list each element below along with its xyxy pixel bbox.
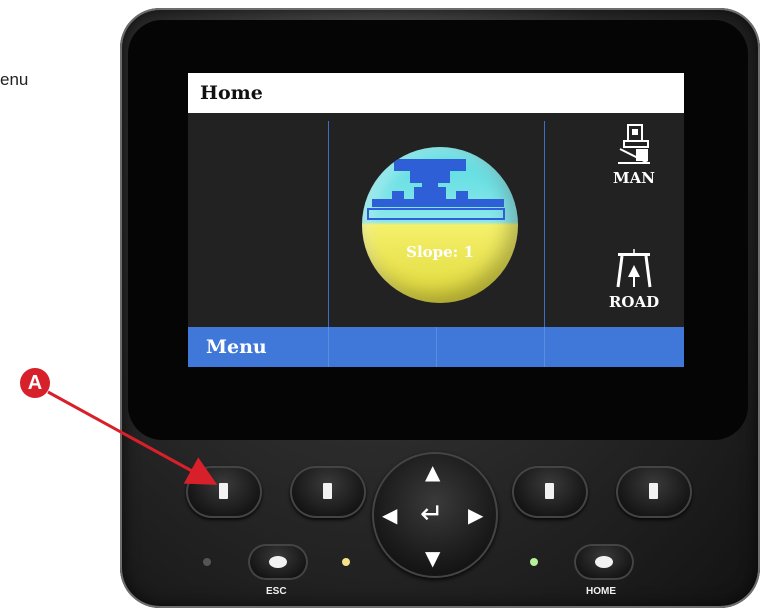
callout-arrow	[47, 390, 218, 485]
